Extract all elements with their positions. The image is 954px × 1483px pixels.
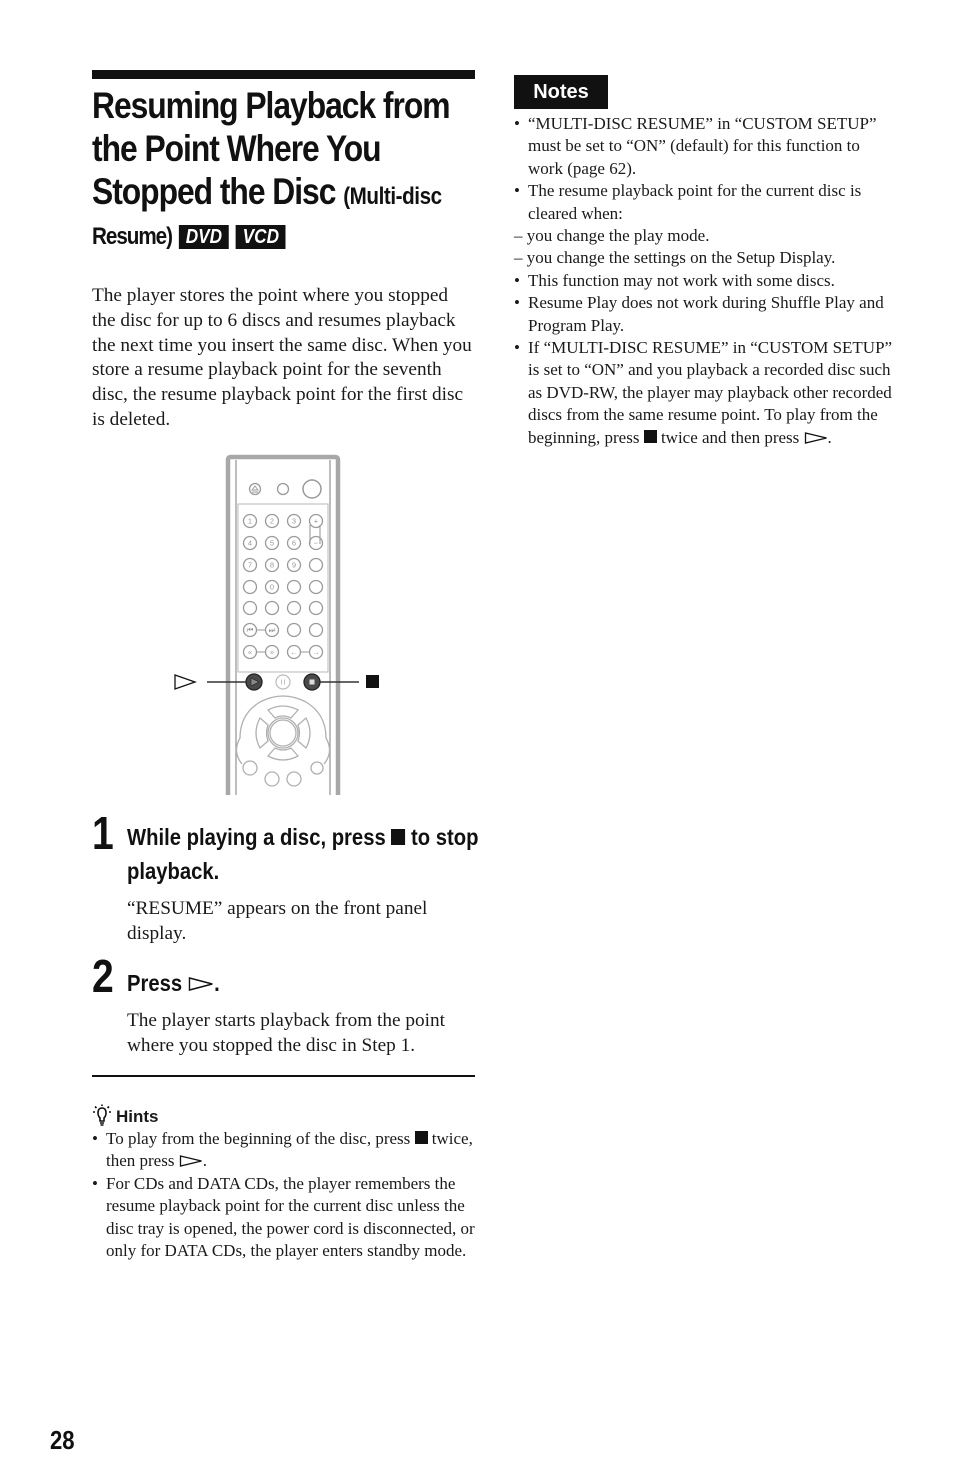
page-title: Resuming Playback from the Point Where Y… [92,84,451,252]
power-button-icon [302,479,322,499]
keypad-button-icon [308,600,324,616]
note-item: Resume Play does not work during Shuffle… [514,292,899,337]
pause-button-icon [275,674,291,690]
title-rule [92,70,475,79]
title-line-2: the Point Where You [92,128,382,169]
hints-heading: Hints [92,1104,159,1127]
keypad-label: ⏭ [269,626,276,635]
keypad-label: 1 [248,517,252,526]
keypad-button-icon [308,557,324,573]
keypad-label: ← [290,648,298,657]
note-subitem: – you change the settings on the Setup D… [514,248,836,268]
step-2-heading-period: . [214,970,220,996]
note-item: This function may not work with some dis… [514,270,899,293]
note-subitem: – you change the play mode. [514,226,710,246]
step-2-heading: Press . [127,966,479,1000]
step-1-heading: While playing a disc, press to stop play… [127,820,479,888]
keypad-label: 5 [270,539,274,548]
keypad-label: 6 [292,539,296,548]
keypad-label: + [314,517,319,526]
keypad-label: 8 [270,561,274,570]
vcd-badge: VCD [235,225,286,249]
keypad-label: 7 [248,561,252,570]
keypad-label: 0 [270,583,274,592]
small-round-button-icon [276,482,290,496]
eject-button-icon [248,482,262,496]
hint-item: To play from the beginning of the disc, … [92,1128,477,1173]
navigation-pad-icon [235,695,331,787]
stop-icon [643,429,657,443]
title-line-3: Stopped the Disc [92,171,336,212]
dvd-badge: DVD [178,225,229,249]
numeric-keypad: 1 2 3 +4 5 6 − 7 8 9 0 ⏮ ⏭ « » ← → [242,513,324,660]
note-item: The resume playback point for the curren… [514,180,899,225]
remote-control-illustration: 1 2 3 +4 5 6 − 7 8 9 0 ⏮ ⏭ « » ← → [174,454,379,795]
note-item: “MULTI-DISC RESUME” in “CUSTOM SETUP” mu… [514,113,899,180]
step-1-number: 1 [92,807,114,859]
step-2-number: 2 [92,950,114,1002]
keypad-label: − [314,539,319,548]
keypad-label: « [248,648,252,657]
lightbulb-icon [93,1104,111,1126]
stop-icon [391,829,406,845]
keypad-button-icon [308,579,324,595]
notes-list: “MULTI-DISC RESUME” in “CUSTOM SETUP” mu… [514,113,899,449]
title-subtitle-part1: (Multi-disc [343,183,442,210]
keypad-label: 4 [248,539,252,548]
hint-item: For CDs and DATA CDs, the player remembe… [92,1173,477,1263]
title-subtitle-part2: Resume) [92,223,173,250]
stop-symbol-callout-icon [366,675,379,688]
step-1-description: “RESUME” appears on the front panel disp… [127,898,428,944]
notes-heading: Notes [514,75,608,109]
keypad-label: ⏮ [247,626,254,635]
keypad-label: » [270,648,274,657]
keypad-button-icon [242,579,258,595]
play-icon [188,976,213,992]
hint-text: To play from the beginning of the disc, … [106,1129,411,1148]
hints-divider [92,1075,475,1077]
play-icon [804,431,827,444]
keypad-button-icon [308,622,324,638]
title-line-1: Resuming Playback from [92,85,451,126]
step-2-description: The player starts playback from the poin… [127,1010,446,1056]
keypad-label: 9 [292,561,296,570]
intro-paragraph: The player stores the point where you st… [92,285,472,430]
keypad-button-icon [286,600,302,616]
note-item: If “MULTI-DISC RESUME” in “CUSTOM SETUP”… [514,337,899,449]
hints-list: To play from the beginning of the disc, … [92,1128,477,1262]
keypad-button-icon [264,600,280,616]
keypad-button-icon [242,600,258,616]
note-text: . [827,427,832,447]
step-2-heading-text: Press [127,970,183,996]
keypad-label: 3 [292,517,296,526]
stop-icon [414,1131,428,1144]
play-symbol-callout-icon [174,674,197,690]
page-number: 28 [50,1425,75,1455]
step-1-heading-text: While playing a disc, press [127,824,386,850]
hint-text: . [202,1151,207,1171]
keypad-label: 2 [270,517,274,526]
keypad-button-icon [286,579,302,595]
note-text: twice and then press [660,427,800,447]
play-icon [179,1155,202,1168]
hints-title: Hints [116,1107,159,1126]
keypad-label: → [312,648,320,657]
keypad-button-icon [286,622,302,638]
